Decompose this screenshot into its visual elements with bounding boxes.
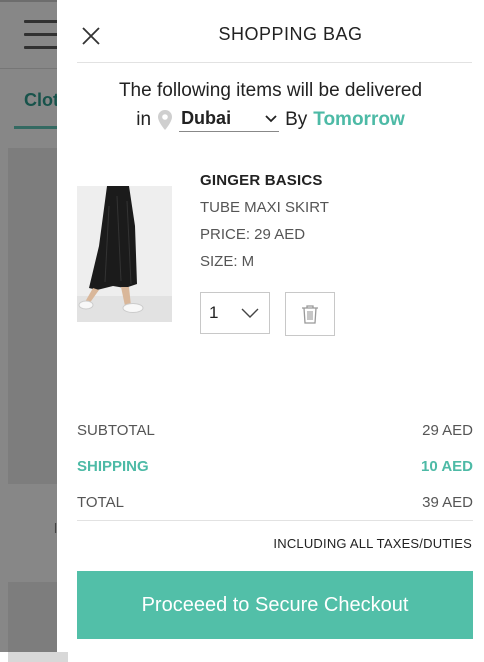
city-select[interactable]: Dubai	[179, 108, 280, 132]
trash-icon	[302, 305, 318, 324]
delivery-day: Tomorrow	[313, 109, 405, 130]
quantity-value: 1	[209, 303, 219, 322]
chevron-down-icon	[241, 308, 259, 318]
product-price: PRICE: 29 AED	[200, 226, 306, 243]
quantity-select[interactable]: 1	[200, 292, 270, 334]
divider	[77, 62, 472, 63]
delivery-info: The following items will be delivered in…	[57, 80, 484, 132]
subtotal-row: SUBTOTAL 29 AED	[77, 412, 473, 448]
remove-item-button[interactable]	[285, 292, 335, 336]
by-label: By	[285, 109, 308, 130]
chevron-down-icon	[265, 114, 277, 122]
product-size: SIZE: M	[200, 253, 255, 270]
product-info: GINGER BASICS TUBE MAXI SKIRT PRICE: 29 …	[200, 172, 329, 270]
shipping-value: 10 AED	[421, 457, 473, 475]
in-label: in	[136, 109, 152, 130]
shipping-row: SHIPPING 10 AED	[77, 448, 473, 484]
total-label: TOTAL	[77, 493, 124, 511]
taxes-note: INCLUDING ALL TAXES/DUTIES	[273, 536, 472, 551]
total-row: TOTAL 39 AED	[77, 484, 473, 520]
product-name: TUBE MAXI SKIRT	[200, 199, 329, 216]
total-value: 39 AED	[422, 493, 473, 511]
drawer-title: SHOPPING BAG	[218, 24, 363, 44]
product-image[interactable]	[77, 186, 172, 322]
delivery-text: The following items will be delivered	[118, 80, 423, 101]
checkout-button[interactable]: Proceeed to Secure Checkout	[77, 571, 473, 639]
subtotal-label: SUBTOTAL	[77, 421, 155, 439]
divider	[77, 520, 473, 521]
shipping-label: SHIPPING	[77, 457, 149, 475]
product-brand: GINGER BASICS	[200, 172, 323, 189]
shopping-bag-drawer: SHOPPING BAG The following items will be…	[57, 0, 484, 652]
subtotal-value: 29 AED	[422, 421, 473, 439]
order-totals: SUBTOTAL 29 AED SHIPPING 10 AED TOTAL 39…	[77, 412, 473, 520]
city-value: Dubai	[181, 108, 232, 128]
location-pin-icon	[157, 109, 173, 131]
